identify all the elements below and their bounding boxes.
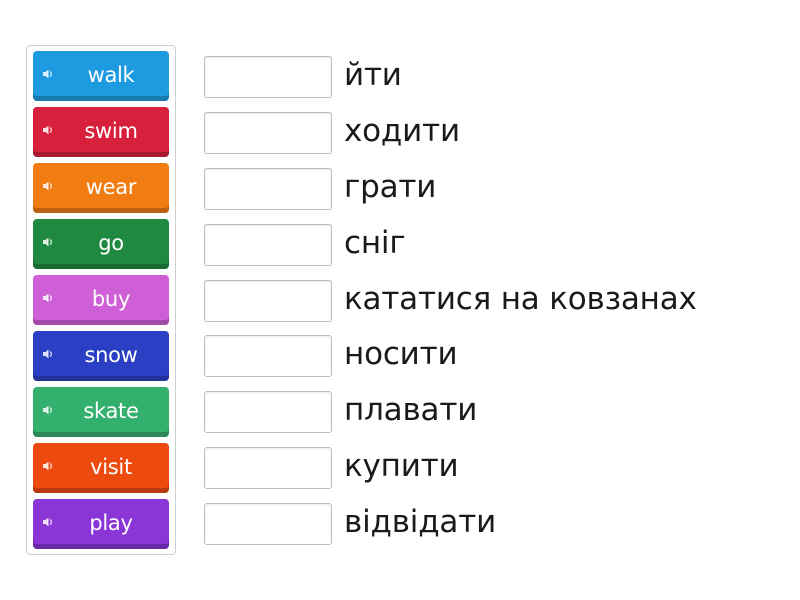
word-tile-tray: walk swim wear go buy snow skate visit p… [26,45,176,555]
word-tile-label: walk [87,63,135,87]
clue-text: купити [344,448,459,484]
word-tile-label: swim [84,119,138,143]
match-up-activity: walk swim wear go buy snow skate visit p… [0,0,800,600]
clue-text: відвідати [344,504,497,540]
word-tile[interactable]: swim [33,107,169,157]
clue-text: носити [344,336,458,372]
word-tile-label: skate [83,399,139,423]
word-tile[interactable]: snow [33,331,169,381]
clue-text: сніг [344,225,406,261]
word-tile-label: wear [85,175,137,199]
clue-text: кататися на ковзанах [344,281,697,317]
word-tile[interactable]: visit [33,443,169,493]
answer-drop-slot[interactable] [204,168,332,210]
word-tile[interactable]: wear [33,163,169,213]
word-tile[interactable]: go [33,219,169,269]
word-tile-label: snow [84,343,138,367]
answer-drop-slot[interactable] [204,335,332,377]
clue-text: плавати [344,392,478,428]
answer-drop-slot[interactable] [204,447,332,489]
word-tile-label: play [89,511,133,535]
answer-drop-slot[interactable] [204,112,332,154]
answer-drop-slot[interactable] [204,224,332,266]
clue-text: грати [344,169,437,205]
answer-drop-slot[interactable] [204,56,332,98]
answer-drop-slot[interactable] [204,391,332,433]
word-tile-label: visit [90,455,132,479]
word-tile[interactable]: walk [33,51,169,101]
word-tile-label: go [98,231,124,255]
answer-drop-slot[interactable] [204,503,332,545]
word-tile[interactable]: skate [33,387,169,437]
clue-text: ходити [344,113,460,149]
answer-drop-slot[interactable] [204,280,332,322]
word-tile-label: buy [91,287,131,311]
word-tile[interactable]: play [33,499,169,549]
clue-text: йти [344,57,402,93]
word-tile[interactable]: buy [33,275,169,325]
